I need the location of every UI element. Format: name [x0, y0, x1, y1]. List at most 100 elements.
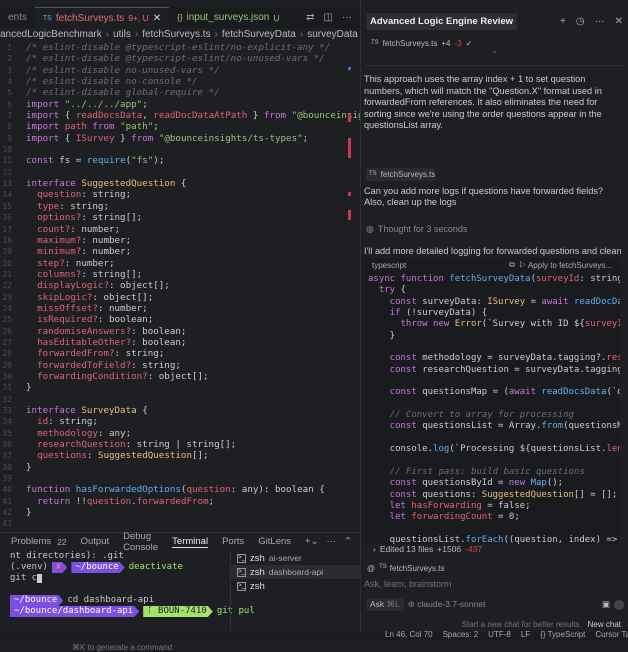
user-file-chip[interactable]: TS fetchSurveys.ts: [366, 167, 435, 181]
file-change-chip[interactable]: TS fetchSurveys.ts +4 -3 ✓: [361, 36, 628, 50]
line-ending[interactable]: LF: [521, 630, 530, 639]
code-token: ISurvey: [75, 132, 115, 144]
code-line: let forwardingCount = 0;: [368, 512, 620, 523]
terminal-command: deactivate: [128, 562, 183, 572]
status-bar: Ln 46, Col 70 Spaces: 2 UTF-8 LF {} Type…: [0, 630, 628, 640]
code-token: function: [26, 484, 76, 496]
code-line: 18 maximum?: number;: [0, 235, 352, 246]
more-icon[interactable]: ···: [342, 12, 352, 23]
code-token: forwardedToField?: [26, 359, 132, 371]
image-icon[interactable]: ▣: [602, 599, 610, 610]
chevron-up-icon[interactable]: ⌃: [344, 536, 352, 547]
terminal-item[interactable]: >_ zsh: [231, 579, 360, 593]
code-token: methodology = surveyData.tagging?.: [422, 353, 607, 364]
code-token: : string;: [81, 189, 132, 201]
code-line: 16 options?: string[];: [0, 212, 352, 223]
new-chat-button[interactable]: New chat: [588, 620, 621, 629]
file-chip[interactable]: TS fetchSurveys.ts: [379, 564, 444, 573]
code-lines[interactable]: 1 /* eslint-disable @typescript-eslint/no…: [0, 42, 407, 530]
mode-select[interactable]: Ask ⌘L: [366, 598, 404, 611]
close-icon[interactable]: ✕: [615, 16, 623, 27]
more-icon[interactable]: ···: [327, 536, 337, 547]
code-token: minimum?: [26, 246, 82, 258]
scrollbar[interactable]: [348, 42, 352, 522]
code-line: 10: [0, 144, 352, 155]
code-token: : string[];: [81, 212, 143, 224]
chat-title[interactable]: Advanced Logic Engine Review: [366, 12, 518, 30]
code-editor[interactable]: ents TS fetchSurveys.ts 9+, U ✕ {} input…: [0, 0, 408, 530]
copy-icon[interactable]: ⧉ ▷: [509, 260, 528, 270]
terminal-item[interactable]: >_ zsh ai-server: [231, 551, 360, 565]
lines-removed: -437: [465, 544, 483, 554]
apply-button[interactable]: Apply to fetchSurveys...: [528, 261, 612, 270]
at-icon[interactable]: @: [367, 564, 375, 573]
history-icon[interactable]: ◷: [576, 16, 585, 27]
language-mode[interactable]: {} TypeScript: [540, 630, 585, 639]
thought-toggle[interactable]: ◍ Thought for 3 seconds: [366, 224, 628, 235]
code-line: 8 import path from "path";: [0, 121, 352, 132]
send-icon[interactable]: [614, 599, 624, 610]
line-number: 4: [7, 77, 12, 87]
model-select[interactable]: ⊛ claude-3.7-sonnet: [408, 599, 486, 610]
more-icon[interactable]: ···: [595, 16, 605, 27]
terminal-line: nt directories): .git: [10, 551, 124, 561]
code-token: "path": [120, 121, 154, 133]
cursor-position[interactable]: Ln 46, Col 70: [385, 630, 433, 639]
code-token: methodology: [26, 427, 98, 439]
tab-problems[interactable]: Problems: [11, 536, 51, 547]
code-token: console.: [368, 444, 434, 455]
tab-terminal[interactable]: Terminal: [172, 536, 209, 548]
terminal-item[interactable]: >_ zsh dashboard-api: [231, 565, 360, 579]
code-line: const methodology = surveyData.tagging?.…: [368, 353, 620, 364]
plus-icon[interactable]: +: [560, 16, 566, 27]
code-token: maximum?: [26, 234, 82, 246]
code-token: /* eslint-disable no-console */: [26, 76, 198, 88]
code-token: const: [368, 421, 423, 432]
cursor-tab[interactable]: Cursor Tab: [595, 630, 628, 639]
language-label: typescript: [372, 260, 407, 270]
code-token: readDocsData: [75, 110, 143, 122]
code-token: (`draftSurv: [606, 387, 620, 398]
code-token: log: [433, 444, 450, 455]
code-line: if (!surveyData) {: [368, 308, 620, 319]
code-token: missOffset?: [26, 302, 98, 314]
code-token: : any;: [97, 427, 132, 439]
split-editor-icon[interactable]: ◫: [324, 12, 333, 23]
indentation[interactable]: Spaces: 2: [443, 630, 479, 639]
code-line: const questionsById = new Map ();: [368, 478, 620, 489]
tab-gitlens[interactable]: GitLens: [258, 536, 291, 547]
line-number: 31: [2, 383, 12, 393]
code-line: 4 /* eslint-disable no-console */: [0, 76, 352, 87]
code-line: throw new Error (`Survey with ID ${survey…: [368, 319, 621, 330]
problems-count: 22: [57, 536, 67, 547]
code-token: readDocDataAtPath: [573, 296, 620, 307]
code-line: // First pass: build basic questions: [368, 467, 620, 478]
code-token: async: [368, 274, 401, 284]
line-number: 42: [2, 508, 12, 518]
code-token: : number;: [97, 302, 148, 314]
collapse-icon[interactable]: ⌃: [365, 50, 624, 66]
encoding[interactable]: UTF-8: [488, 630, 511, 639]
edited-summary[interactable]: › Edited 13 files +1506 -437: [361, 540, 628, 558]
terminal-output[interactable]: nt directories): .git (.venv) ✘ ~/bounce de…: [0, 551, 255, 652]
code-block: typescript ⧉ ▷ Apply to fetchSurveys... …: [364, 258, 620, 544]
tab-fetch-surveys[interactable]: TS fetchSurveys.ts 9+, U ✕: [34, 7, 170, 28]
compare-icon[interactable]: ⇄: [306, 12, 314, 23]
chat-input[interactable]: [364, 579, 614, 589]
code-token: options?: [26, 212, 82, 224]
code-token: : string | string[];: [125, 439, 237, 451]
code-token: ;: [142, 98, 148, 110]
tab-input-surveys[interactable]: {} input_surveys.json U: [169, 7, 287, 28]
tab-output[interactable]: Output: [81, 536, 110, 547]
chevron-right-icon: ›: [373, 544, 376, 554]
file-name: fetchSurveys.ts: [382, 38, 438, 48]
close-icon[interactable]: ✕: [153, 13, 161, 24]
assistant-message: This approach uses the array index + 1 t…: [364, 74, 602, 130]
tab-previous[interactable]: ents: [0, 7, 35, 28]
tab-ports[interactable]: Ports: [222, 536, 244, 547]
code-line: 9 import { ISurvey } from "@bounceinsight…: [0, 133, 352, 144]
add-terminal-icon[interactable]: +⌄: [305, 536, 319, 547]
tab-debug-console[interactable]: Debug Console: [123, 531, 158, 553]
code-line: 29 forwardedToField?: string;: [0, 360, 352, 371]
